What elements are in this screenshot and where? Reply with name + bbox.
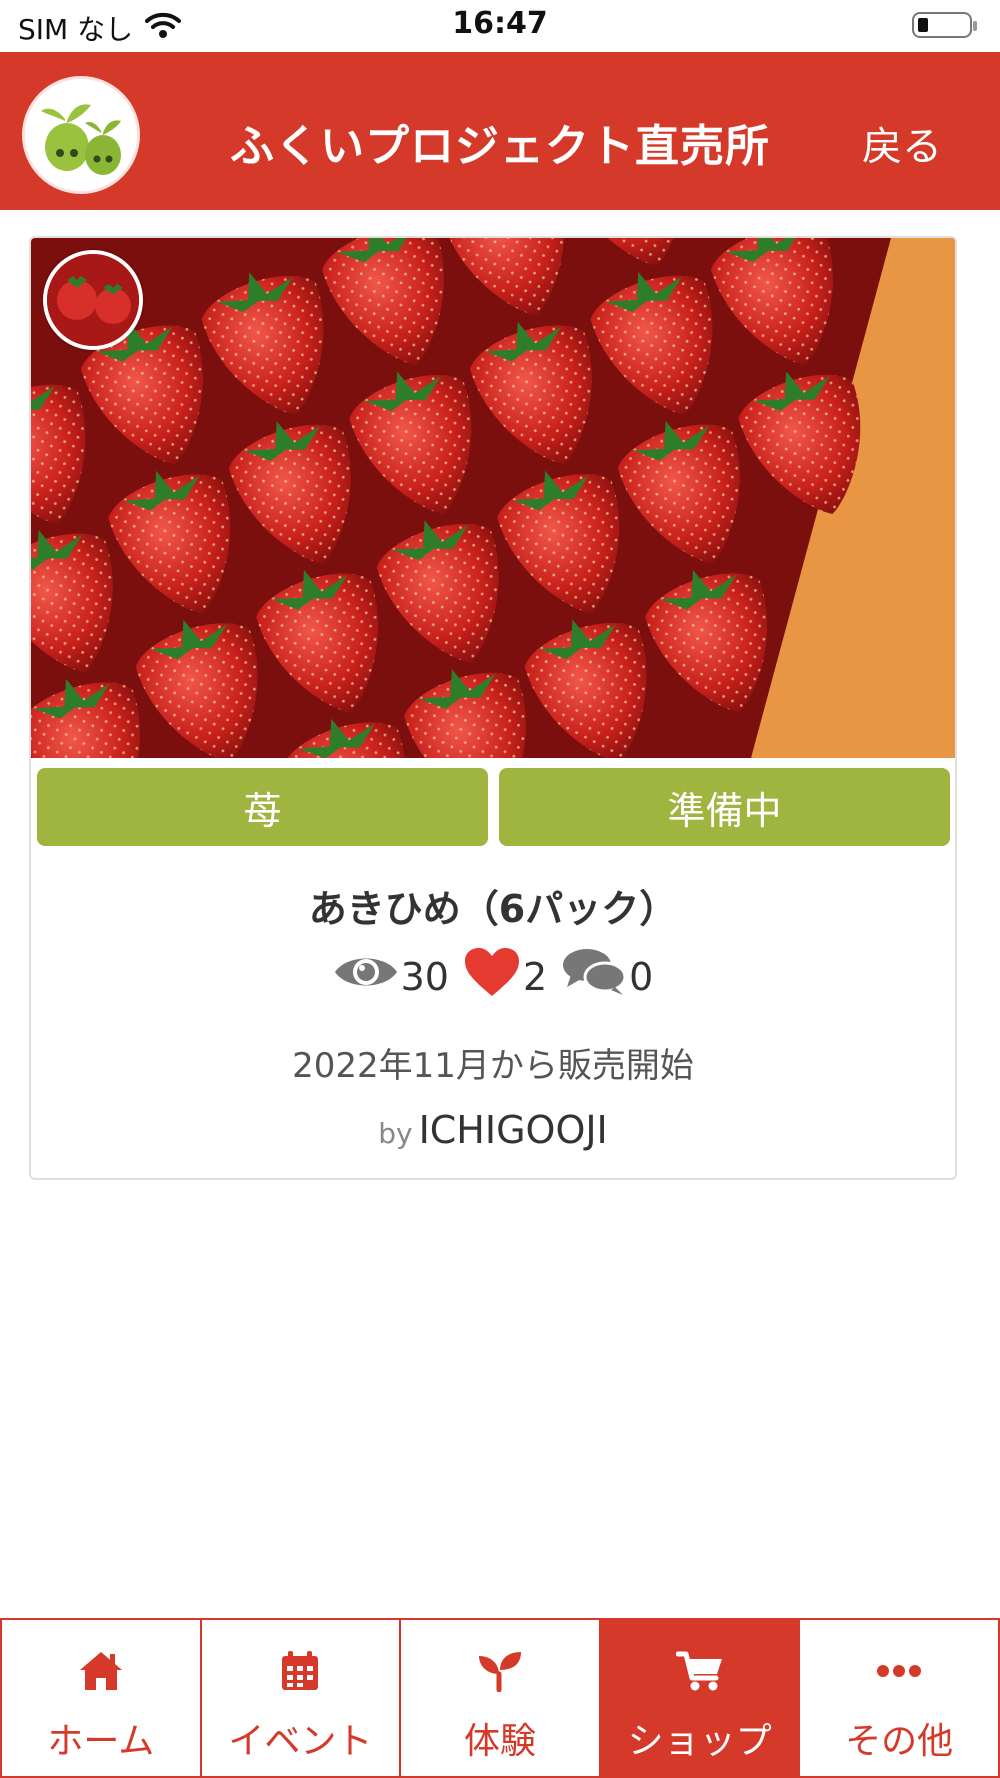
app-header: ふくいプロジェクト直売所 戻る [0,52,1000,210]
status-bar: SIM なし 16:47 [0,0,1000,52]
battery-icon [912,12,977,38]
comments-stat[interactable]: 0 [561,947,653,1006]
by-label: by [378,1117,413,1150]
seller-avatar[interactable] [43,250,143,350]
seller-name[interactable]: ICHIGOOJI [419,1108,608,1152]
clock: 16:47 [452,6,548,41]
nav-shop[interactable]: ショップ [598,1618,801,1778]
category-tag[interactable]: 苺 [37,768,488,846]
nav-label: ショップ [627,1721,772,1762]
nav-label: ホーム [47,1721,155,1762]
nav-experience[interactable]: 体験 [399,1618,601,1778]
product-stats: 30 2 0 [31,946,955,1007]
views-stat: 30 [333,950,449,1003]
nav-label: イベント [228,1721,373,1762]
back-button[interactable]: 戻る [862,114,942,172]
views-count: 30 [400,954,449,999]
more-icon [800,1650,998,1694]
home-icon [2,1650,200,1694]
likes-stat[interactable]: 2 [463,946,547,1007]
nav-label: その他 [845,1721,954,1762]
bottom-nav: ホーム イベント 体験 ショップ その他 [0,1618,1000,1778]
comments-count: 0 [629,954,654,999]
sprout-icon [401,1650,599,1694]
nav-more[interactable]: その他 [798,1618,1000,1778]
nav-label: 体験 [463,1721,536,1762]
comments-icon[interactable] [561,947,627,1006]
status-tag: 準備中 [499,768,950,846]
product-name: あきひめ（6パック） [308,887,678,931]
likes-count: 2 [522,954,548,999]
cart-icon [601,1650,799,1694]
heart-icon[interactable] [463,946,521,1007]
eye-icon [333,950,399,1003]
sale-start-date: 2022年11月から販売開始 [292,1046,694,1086]
nav-home[interactable]: ホーム [0,1618,202,1778]
page-title: ふくいプロジェクト直売所 [230,121,770,172]
product-card[interactable]: 苺 準備中 あきひめ（6パック） 30 2 0 2022年11月から販売開始 b… [29,236,957,1180]
seller-line[interactable]: by ICHIGOOJI [31,1108,955,1152]
nav-events[interactable]: イベント [199,1618,402,1778]
product-image[interactable] [31,238,955,930]
calendar-icon [202,1650,400,1694]
